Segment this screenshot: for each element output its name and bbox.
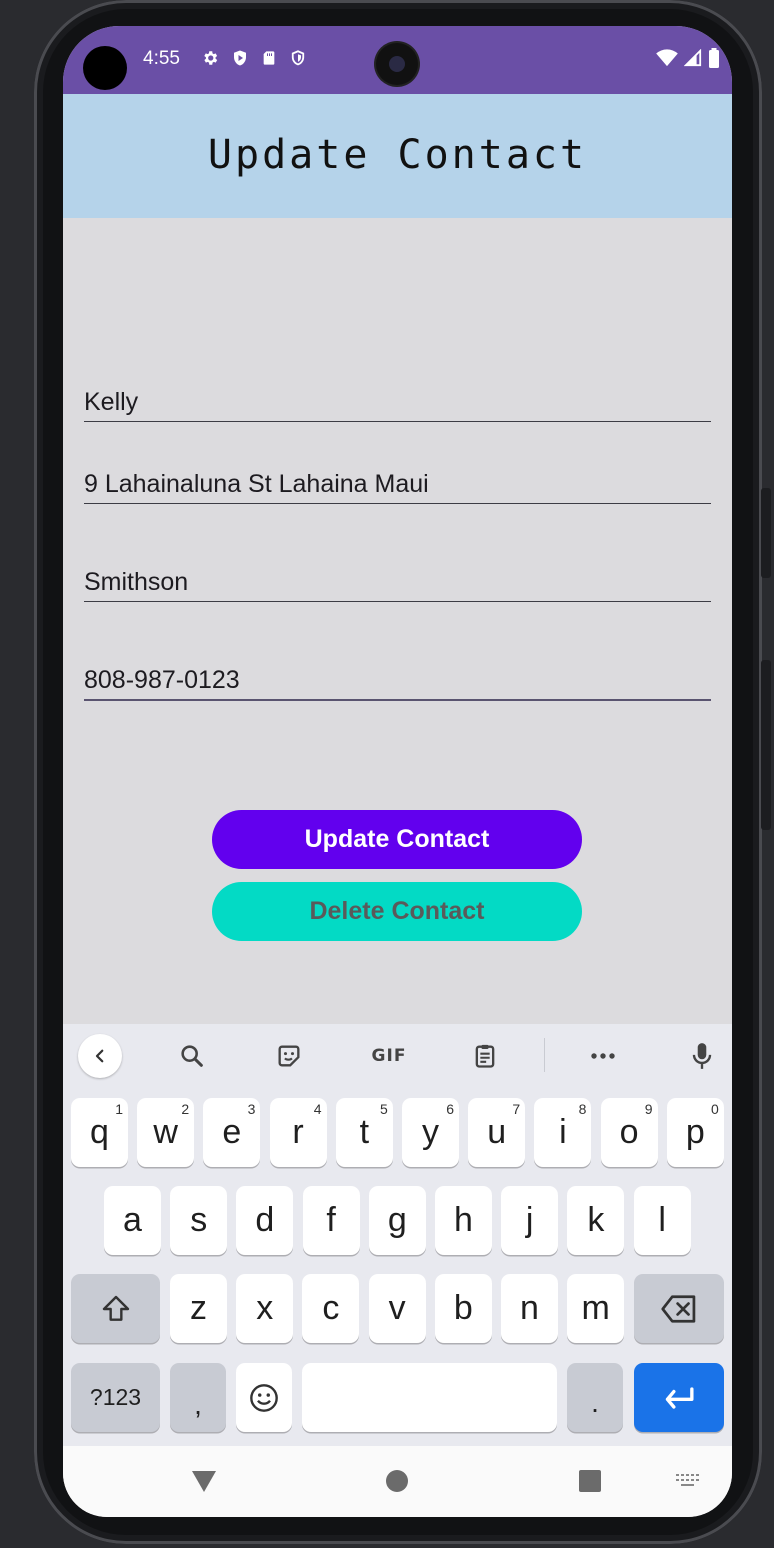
key-e[interactable]: e3	[203, 1098, 261, 1167]
key-w[interactable]: w2	[137, 1098, 195, 1167]
power-button	[761, 488, 771, 578]
gif-label: GIF	[371, 1046, 407, 1066]
comma-label: ,	[194, 1388, 202, 1420]
backspace-key[interactable]	[634, 1274, 724, 1343]
key-q[interactable]: q1	[71, 1098, 128, 1167]
key-hint-number: 9	[644, 1101, 653, 1117]
back-chevron-icon[interactable]	[78, 1034, 122, 1078]
key-hint-number: 3	[247, 1101, 256, 1117]
keyboard-toolbar: GIF	[63, 1024, 732, 1088]
update-contact-button[interactable]: Update Contact	[212, 810, 582, 869]
recents-square-icon[interactable]	[578, 1469, 602, 1493]
page-title: Update Contact	[207, 131, 588, 178]
clipboard-icon[interactable]	[463, 1034, 507, 1078]
app-header: Update Contact	[63, 94, 732, 218]
key-g[interactable]: g	[368, 1186, 426, 1255]
status-time: 4:55	[143, 48, 180, 69]
key-t[interactable]: t5	[335, 1098, 393, 1167]
play-shield-icon	[234, 50, 246, 66]
enter-key[interactable]	[634, 1363, 724, 1432]
key-f[interactable]: f	[302, 1186, 360, 1255]
status-bar: 4:55	[63, 26, 732, 94]
key-hint-number: 5	[380, 1101, 388, 1117]
address-field[interactable]	[84, 470, 711, 504]
key-c[interactable]: c	[302, 1274, 360, 1343]
emoji-key[interactable]	[236, 1363, 292, 1432]
key-x[interactable]: x	[236, 1274, 294, 1343]
key-j[interactable]: j	[501, 1186, 559, 1255]
key-h[interactable]: h	[435, 1186, 492, 1255]
name-field[interactable]	[84, 388, 711, 422]
battery-icon	[709, 48, 719, 68]
last-name-field[interactable]	[84, 568, 711, 602]
key-k[interactable]: k	[567, 1186, 625, 1255]
key-hint-number: 6	[446, 1101, 454, 1117]
sd-card-icon	[263, 51, 275, 65]
key-v[interactable]: v	[368, 1274, 426, 1343]
shift-icon	[102, 1295, 129, 1321]
key-z[interactable]: z	[170, 1274, 227, 1343]
key-l[interactable]: l	[633, 1186, 691, 1255]
key-hint-number: 1	[115, 1101, 123, 1117]
key-hint-number: 2	[181, 1101, 190, 1117]
wifi-icon	[656, 49, 678, 67]
screen: 4:55 Update Contact Update Contact Delet…	[63, 26, 732, 1517]
emoji-icon	[250, 1383, 278, 1412]
signal-icon	[684, 49, 702, 67]
status-left-icons	[201, 49, 307, 67]
toolbar-divider	[544, 1038, 545, 1072]
enter-icon	[665, 1386, 694, 1409]
shift-key[interactable]	[71, 1274, 160, 1343]
key-s[interactable]: s	[170, 1186, 228, 1255]
delete-contact-button[interactable]: Delete Contact	[212, 882, 582, 941]
key-hint-number: 4	[313, 1101, 322, 1117]
navigation-bar	[63, 1446, 732, 1517]
key-m[interactable]: m	[567, 1274, 625, 1343]
key-a[interactable]: a	[104, 1186, 161, 1255]
volume-button	[761, 660, 771, 830]
key-hint-number: 0	[711, 1101, 719, 1117]
key-hint-number: 8	[578, 1101, 587, 1117]
back-triangle-icon[interactable]	[190, 1468, 218, 1494]
gif-icon[interactable]: GIF	[364, 1034, 414, 1078]
period-label: .	[591, 1386, 599, 1418]
key-y[interactable]: y6	[402, 1098, 459, 1167]
gear-icon	[204, 51, 218, 65]
period-key[interactable]: .	[567, 1363, 623, 1432]
backspace-icon	[661, 1294, 696, 1323]
search-icon[interactable]	[170, 1034, 214, 1078]
status-right-icons	[656, 48, 720, 68]
key-d[interactable]: d	[236, 1186, 294, 1255]
home-circle-icon[interactable]	[385, 1469, 409, 1493]
soft-keyboard: GIF q1w2e3r4t5y6u7i8o9p0 asdfghjkl zxcvb…	[63, 1024, 732, 1446]
front-camera	[83, 46, 127, 90]
key-o[interactable]: o9	[600, 1098, 658, 1167]
keyboard-switch-icon[interactable]	[675, 1472, 701, 1490]
key-b[interactable]: b	[434, 1274, 492, 1343]
comma-key[interactable]: ,	[170, 1363, 226, 1432]
shield-icon	[291, 50, 305, 66]
more-icon[interactable]	[581, 1034, 625, 1078]
key-n[interactable]: n	[501, 1274, 558, 1343]
punch-hole-camera	[376, 43, 418, 85]
phone-field[interactable]	[84, 666, 711, 701]
key-i[interactable]: i8	[534, 1098, 592, 1167]
sticker-icon[interactable]	[267, 1034, 311, 1078]
mic-icon[interactable]	[680, 1034, 724, 1078]
key-u[interactable]: u7	[468, 1098, 526, 1167]
key-hint-number: 7	[512, 1101, 521, 1117]
key-p[interactable]: p0	[666, 1098, 724, 1167]
space-key[interactable]	[302, 1363, 557, 1432]
symbols-key[interactable]: ?123	[71, 1363, 160, 1432]
key-r[interactable]: r4	[269, 1098, 327, 1167]
